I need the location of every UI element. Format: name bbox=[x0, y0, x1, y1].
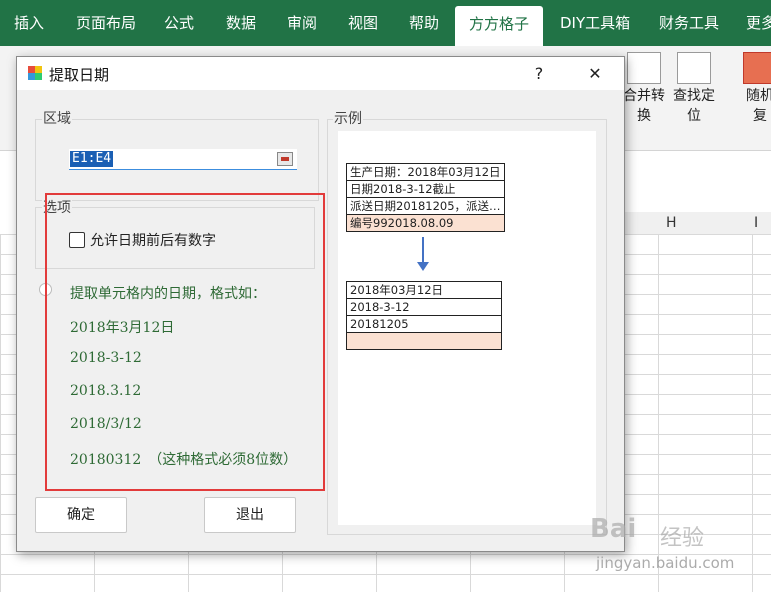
tab-data[interactable]: 数据 bbox=[226, 0, 256, 46]
range-input[interactable]: E1:E4 bbox=[69, 149, 297, 170]
tab-diy-toolbox[interactable]: DIY工具箱 bbox=[560, 0, 630, 46]
tab-formulas[interactable]: 公式 bbox=[164, 0, 194, 46]
example-output-cell: 2018年03月12日 bbox=[346, 281, 502, 299]
tab-fangfang-gezi[interactable]: 方方格子 bbox=[455, 6, 544, 46]
table-row: 生产日期：2018年03月12日 bbox=[346, 163, 505, 181]
random-button[interactable]: 随机 复 bbox=[736, 52, 771, 126]
merge-convert-label-2: 换 bbox=[637, 108, 651, 124]
range-group-label: 区域 bbox=[42, 108, 72, 128]
example-input-cell: 生产日期：2018年03月12日 bbox=[346, 163, 505, 181]
example-input-cell: 日期2018-3-12截止 bbox=[346, 180, 505, 198]
watermark-url: jingyan.baidu.com bbox=[596, 554, 735, 572]
merge-convert-button[interactable]: 合并转 换 bbox=[620, 52, 668, 126]
dialog-titlebar[interactable]: 提取日期 ? ✕ bbox=[17, 57, 624, 90]
app-icon bbox=[28, 66, 42, 80]
random-icon bbox=[743, 52, 771, 84]
tab-help[interactable]: 帮助 bbox=[409, 0, 439, 46]
exit-button[interactable]: 退出 bbox=[204, 497, 296, 533]
tab-finance-tools[interactable]: 财务工具 bbox=[659, 0, 719, 46]
range-input-value: E1:E4 bbox=[70, 151, 114, 167]
example-output-table: 2018年03月12日 2018-3-12 20181205 bbox=[346, 281, 502, 350]
tab-page-layout[interactable]: 页面布局 bbox=[76, 0, 136, 46]
table-row bbox=[346, 332, 502, 350]
find-locate-icon bbox=[677, 52, 711, 84]
merge-convert-label-1: 合并转 bbox=[623, 88, 665, 104]
example-group-label: 示例 bbox=[333, 108, 363, 128]
merge-convert-icon bbox=[627, 52, 661, 84]
highlight-annotation-box bbox=[45, 193, 325, 491]
example-input-cell: 派送日期20181205，派送… bbox=[346, 197, 505, 215]
ribbon-tab-bar: 插入 页面布局 公式 数据 审阅 视图 帮助 方方格子 DIY工具箱 财务工具 … bbox=[0, 0, 771, 46]
help-button[interactable]: ? bbox=[524, 61, 554, 87]
dialog-title: 提取日期 bbox=[49, 66, 110, 84]
example-output-cell: 2018-3-12 bbox=[346, 298, 502, 316]
find-locate-label-2: 位 bbox=[687, 108, 701, 124]
watermark-brand: Bai bbox=[590, 514, 637, 544]
range-picker-icon[interactable] bbox=[277, 152, 293, 166]
watermark-brand2: 经验 bbox=[660, 526, 705, 551]
column-header-bar: H I bbox=[624, 212, 771, 235]
random-label-2: 复 bbox=[753, 108, 767, 124]
tab-more[interactable]: 更多 bbox=[746, 0, 771, 46]
table-row: 派送日期20181205，派送… bbox=[346, 197, 505, 215]
ok-button[interactable]: 确定 bbox=[35, 497, 127, 533]
table-row: 2018年03月12日 bbox=[346, 281, 502, 299]
column-header-i[interactable]: I bbox=[754, 212, 758, 234]
baidu-watermark: Bai 经验 jingyan.baidu.com bbox=[590, 514, 740, 584]
tab-review[interactable]: 审阅 bbox=[287, 0, 317, 46]
close-button[interactable]: ✕ bbox=[580, 61, 610, 87]
column-header-h[interactable]: H bbox=[666, 212, 677, 234]
find-locate-button[interactable]: 查找定 位 bbox=[670, 52, 718, 126]
example-input-cell: 编号992018.08.09 bbox=[346, 214, 505, 232]
table-row: 日期2018-3-12截止 bbox=[346, 180, 505, 198]
table-row: 2018-3-12 bbox=[346, 298, 502, 316]
example-output-cell: 20181205 bbox=[346, 315, 502, 333]
random-label-1: 随机 bbox=[746, 88, 771, 104]
arrow-down-head bbox=[417, 262, 429, 271]
example-panel: 生产日期：2018年03月12日 日期2018-3-12截止 派送日期20181… bbox=[338, 131, 596, 525]
example-output-cell bbox=[346, 332, 502, 350]
find-locate-label-1: 查找定 bbox=[673, 88, 715, 104]
extract-date-dialog: 提取日期 ? ✕ 区域 E1:E4 选项 允许日期前后有数字 提取单元格内的日期… bbox=[16, 56, 625, 552]
table-row: 编号992018.08.09 bbox=[346, 214, 505, 232]
tab-view[interactable]: 视图 bbox=[348, 0, 378, 46]
example-input-table: 生产日期：2018年03月12日 日期2018-3-12截止 派送日期20181… bbox=[346, 163, 505, 232]
tab-insert[interactable]: 插入 bbox=[14, 0, 44, 46]
table-row: 20181205 bbox=[346, 315, 502, 333]
